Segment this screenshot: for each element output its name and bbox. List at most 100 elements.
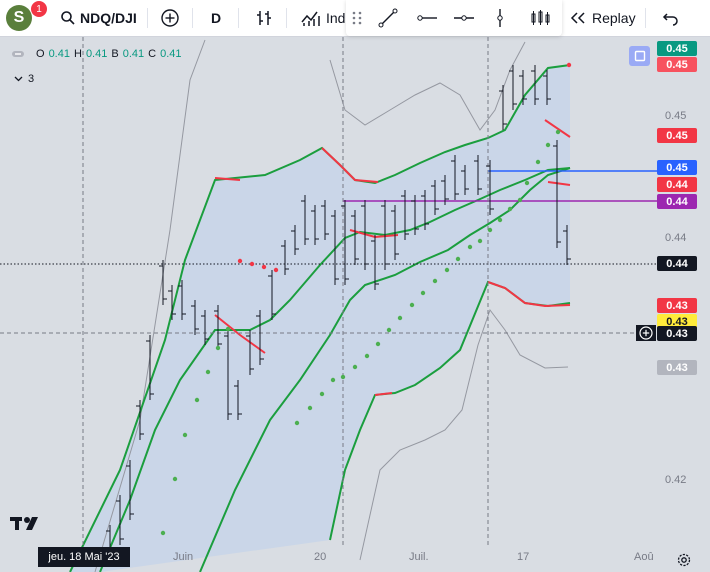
undo-button[interactable] xyxy=(662,0,680,36)
avatar-letter: S xyxy=(13,9,25,26)
psar-dot xyxy=(340,374,346,380)
psar-dot-red xyxy=(273,267,279,273)
price-badge-last-price: 0.44 xyxy=(657,256,697,271)
drag-handle[interactable] xyxy=(352,0,362,36)
close-value: 0.41 xyxy=(160,48,182,60)
psar-dot xyxy=(517,197,523,203)
psar-dot xyxy=(545,142,551,148)
sync-glyph-icon xyxy=(634,50,645,62)
psar-dot xyxy=(375,341,381,347)
notification-badge: 1 xyxy=(31,1,47,17)
price-badge-green-upper: 0.45 xyxy=(657,41,697,56)
close-label: C xyxy=(148,48,157,60)
price-chart[interactable] xyxy=(0,37,710,572)
high-value: 0.41 xyxy=(85,48,108,60)
psar-dot xyxy=(205,369,211,375)
psar-dot xyxy=(364,353,370,359)
psar-dot xyxy=(507,206,513,212)
symbol-label: NDQ/DJI xyxy=(80,10,137,26)
psar-dot xyxy=(194,397,200,403)
drag-handle-icon xyxy=(352,11,362,25)
indicators-label: Ind xyxy=(326,10,346,26)
collapse-icon[interactable] xyxy=(12,49,24,59)
psar-dot xyxy=(524,180,530,186)
psar-dot xyxy=(444,267,450,273)
replay-button[interactable]: Replay xyxy=(569,0,636,36)
user-avatar[interactable]: S xyxy=(6,5,32,31)
psar-dot xyxy=(555,129,561,135)
tradingview-logo-icon xyxy=(10,517,38,530)
psar-dot-red xyxy=(249,261,255,267)
band-fill xyxy=(70,65,570,572)
time-axis-label: Juin xyxy=(173,551,194,563)
time-axis-label: Aoû xyxy=(634,551,654,563)
psar-dot xyxy=(225,326,231,332)
add-alert-button[interactable] xyxy=(636,325,656,341)
price-badge-blue-line: 0.45 xyxy=(657,160,697,175)
psar-dot xyxy=(182,432,188,438)
search-icon xyxy=(61,11,75,25)
add-circle-icon xyxy=(161,9,179,27)
psar-dot xyxy=(352,364,358,370)
time-axis-label: Juil. xyxy=(409,551,429,563)
time-axis-label: 17 xyxy=(517,551,530,563)
trend-line-tool[interactable] xyxy=(378,0,398,36)
psar-dot xyxy=(319,391,325,397)
time-axis-label: 20 xyxy=(314,551,327,563)
price-badge-red-basis: 0.44 xyxy=(657,177,697,192)
undo-icon xyxy=(662,13,678,26)
psar-dot xyxy=(497,217,503,223)
toolbar-divider xyxy=(192,8,193,28)
psar-dot xyxy=(432,278,438,284)
low-value: 0.41 xyxy=(122,48,145,60)
psar-dot xyxy=(330,377,336,383)
horizontal-line-tool[interactable] xyxy=(453,0,475,36)
psar-dot xyxy=(535,159,541,165)
horizontal-ray-icon xyxy=(417,15,437,21)
vertical-line-tool[interactable] xyxy=(494,0,506,36)
indicators-toggle[interactable]: 3 xyxy=(14,73,34,85)
toolbar-divider xyxy=(238,8,239,28)
indicators-icon xyxy=(301,11,320,26)
horizontal-ray-tool[interactable] xyxy=(416,0,438,36)
psar-dot xyxy=(477,238,483,244)
price-badge-crosshair: 0.43 xyxy=(657,326,697,341)
compare-button[interactable] xyxy=(160,0,180,36)
ohlc-legend: O 0.41 H 0.41 B 0.41 C 0.41 xyxy=(12,48,182,60)
plus-circle-icon xyxy=(639,326,653,340)
low-label: B xyxy=(111,48,119,60)
price-badge-purple-line: 0.44 xyxy=(657,194,697,209)
psar-dot xyxy=(160,530,166,536)
toolbar-divider xyxy=(286,8,287,28)
price-axis-label: 0.42 xyxy=(665,474,687,486)
price-badge-red-upper: 0.45 xyxy=(657,57,697,72)
trend-line-icon xyxy=(378,8,398,28)
psar-dot-red xyxy=(261,264,267,270)
toolbar-divider xyxy=(645,8,646,28)
chart-type-button[interactable] xyxy=(254,0,274,36)
horizontal-line-icon xyxy=(454,15,474,21)
price-axis-label: 0.44 xyxy=(665,232,687,244)
price-axis-label: 0.45 xyxy=(665,110,687,122)
indicators-button[interactable]: Ind xyxy=(300,0,345,36)
price-badge-grey: 0.43 xyxy=(657,360,697,375)
candles-tool[interactable] xyxy=(530,0,552,36)
candles-icon xyxy=(531,10,550,25)
indicator-count: 3 xyxy=(28,73,35,85)
psar-dot xyxy=(386,327,392,333)
symbol-search-button[interactable]: NDQ/DJI xyxy=(60,0,137,36)
psar-dot xyxy=(294,420,300,426)
psar-dot-red xyxy=(566,62,572,68)
interval-button[interactable]: D xyxy=(211,0,221,36)
open-value: 0.41 xyxy=(48,48,70,60)
price-badge-red-lower: 0.43 xyxy=(657,298,697,313)
sync-icon[interactable] xyxy=(629,46,650,66)
outer-band-upper-right xyxy=(329,41,526,131)
toolbar-divider xyxy=(147,8,148,28)
price-badge-red-mid: 0.45 xyxy=(657,128,697,143)
settings-gear-icon[interactable] xyxy=(676,552,692,568)
psar-dot-red xyxy=(237,258,243,264)
chevron-down-icon xyxy=(14,76,23,82)
psar-dot xyxy=(215,345,221,351)
rewind-icon xyxy=(570,12,585,24)
